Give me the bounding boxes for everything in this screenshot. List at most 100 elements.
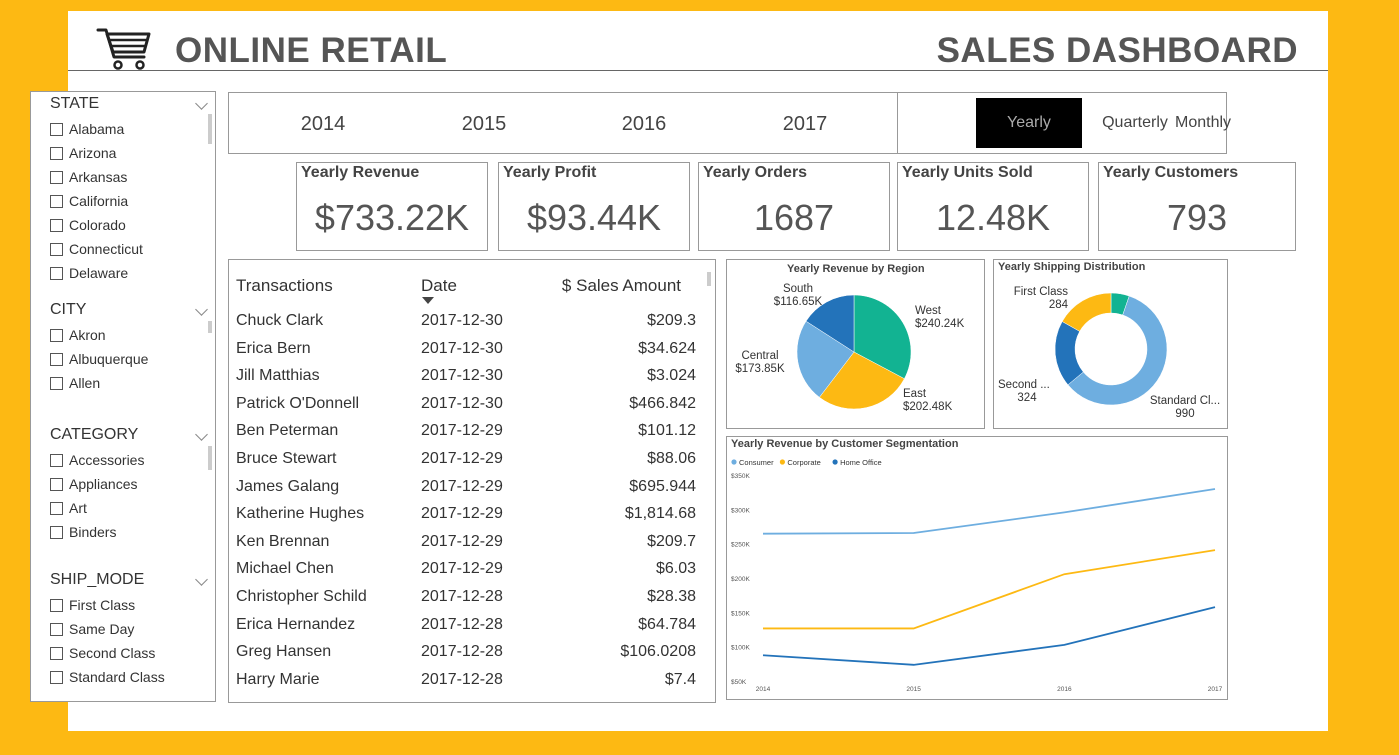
city-option[interactable]: Akron [50, 323, 212, 347]
table-row[interactable]: Chuck Clark 2017-12-30 $209.3 [236, 312, 696, 339]
pie-slice-first-class[interactable] [1061, 292, 1112, 332]
category-filter-header[interactable]: CATEGORY [50, 426, 212, 448]
sales-amount: $88.06 [647, 450, 696, 467]
table-row[interactable]: Bruce Stewart 2017-12-29 $88.06 [236, 450, 696, 477]
checkbox[interactable] [50, 194, 63, 208]
kpi-label: Yearly Orders [703, 164, 808, 181]
checkbox[interactable] [50, 670, 63, 684]
city-option-label: Albuquerque [69, 351, 149, 367]
state-option-label: Arkansas [69, 169, 128, 185]
checkbox[interactable] [50, 146, 63, 160]
table-row[interactable]: Christopher Schild 2017-12-28 $28.38 [236, 588, 696, 615]
ship-mode-option[interactable]: First Class [50, 593, 212, 617]
category-option-label: Appliances [69, 476, 138, 492]
slice-label-first-class: First Class 284 [1013, 286, 1068, 311]
state-filter-header[interactable]: STATE [50, 95, 212, 117]
series-line-consumer[interactable] [762, 488, 1216, 535]
state-option[interactable]: Connecticut [50, 237, 212, 261]
yearly-button[interactable]: Yearly [976, 98, 1082, 148]
kpi-label: Yearly Profit [503, 164, 597, 181]
state-option-label: California [69, 193, 129, 209]
ship-mode-option-label: Same Day [69, 621, 135, 637]
chevron-down-icon[interactable] [195, 428, 208, 441]
table-row[interactable]: Harry Marie 2017-12-28 $7.4 [236, 671, 696, 698]
table-row[interactable]: James Galang 2017-12-29 $695.944 [236, 478, 696, 505]
checkbox[interactable] [50, 376, 63, 390]
column-header-transactions[interactable]: Transactions [236, 276, 333, 296]
table-row[interactable]: Michael Chen 2017-12-29 $6.03 [236, 560, 696, 587]
checkbox[interactable] [50, 501, 63, 515]
year-2015-button[interactable]: 2015 [444, 113, 524, 136]
kpi-label: Yearly Revenue [301, 164, 420, 181]
checkbox[interactable] [50, 622, 63, 636]
state-scrollbar[interactable] [208, 114, 212, 144]
chevron-down-icon[interactable] [195, 303, 208, 316]
column-header-sales-amount[interactable]: $ Sales Amount [562, 276, 681, 296]
state-option[interactable]: Alabama [50, 117, 212, 141]
kpi-card-revenue: Yearly Revenue $733.22K [296, 162, 488, 251]
table-scrollbar[interactable] [707, 272, 711, 286]
category-option[interactable]: Binders [50, 520, 212, 544]
table-row[interactable]: Greg Hansen 2017-12-28 $106.0208 [236, 643, 696, 670]
table-row[interactable]: Patrick O'Donnell 2017-12-30 $466.842 [236, 395, 696, 422]
legend-marker [779, 459, 785, 465]
checkbox[interactable] [50, 453, 63, 467]
chevron-down-icon[interactable] [195, 97, 208, 110]
city-scrollbar[interactable] [208, 321, 212, 333]
quarterly-button[interactable]: Quarterly [1082, 98, 1188, 148]
category-option[interactable]: Accessories [50, 448, 212, 472]
table-row[interactable]: Ken Brennan 2017-12-29 $209.7 [236, 533, 696, 560]
checkbox[interactable] [50, 328, 63, 342]
state-option-label: Connecticut [69, 241, 143, 257]
ship-mode-option[interactable]: Second Class [50, 641, 212, 665]
checkbox[interactable] [50, 242, 63, 256]
table-row[interactable]: Katherine Hughes 2017-12-29 $1,814.68 [236, 505, 696, 532]
ship-mode-filter-header[interactable]: SHIP_MODE [50, 571, 212, 593]
city-option[interactable]: Allen [50, 371, 212, 395]
ship-mode-option[interactable]: Same Day [50, 617, 212, 641]
table-row[interactable]: Ben Peterman 2017-12-29 $101.12 [236, 422, 696, 449]
order-date: 2017-12-28 [421, 643, 503, 661]
kpi-value: 1687 [753, 197, 835, 238]
order-date: 2017-12-29 [421, 505, 503, 523]
year-2016-button[interactable]: 2016 [604, 113, 684, 136]
state-filter-label: STATE [50, 95, 100, 112]
checkbox[interactable] [50, 218, 63, 232]
category-option[interactable]: Art [50, 496, 212, 520]
state-option[interactable]: Arkansas [50, 165, 212, 189]
header-divider [68, 70, 1328, 71]
kpi-label: Yearly Customers [1103, 164, 1239, 181]
city-filter-header[interactable]: CITY [50, 301, 212, 323]
series-line-home-office[interactable] [762, 606, 1216, 666]
table-row[interactable]: Erica Hernandez 2017-12-28 $64.784 [236, 616, 696, 643]
customer-name: Jill Matthias [236, 367, 320, 385]
state-option[interactable]: California [50, 189, 212, 213]
checkbox[interactable] [50, 266, 63, 280]
checkbox[interactable] [50, 170, 63, 184]
checkbox[interactable] [50, 122, 63, 136]
chevron-down-icon[interactable] [195, 573, 208, 586]
monthly-button[interactable]: Monthly [1175, 98, 1231, 148]
checkbox[interactable] [50, 352, 63, 366]
state-option[interactable]: Delaware [50, 261, 212, 285]
ship-mode-option[interactable]: Standard Class [50, 665, 212, 689]
category-option[interactable]: Appliances [50, 472, 212, 496]
state-option[interactable]: Arizona [50, 141, 212, 165]
column-header-date[interactable]: Date [421, 276, 457, 296]
checkbox[interactable] [50, 477, 63, 491]
checkbox[interactable] [50, 525, 63, 539]
year-2014-button[interactable]: 2014 [283, 113, 363, 136]
series-line-corporate[interactable] [763, 549, 1216, 630]
table-row[interactable]: Jill Matthias 2017-12-30 $3.024 [236, 367, 696, 394]
order-date: 2017-12-28 [421, 615, 503, 633]
legend-label: Corporate [787, 458, 820, 467]
checkbox[interactable] [50, 598, 63, 612]
sort-descending-icon[interactable] [422, 297, 434, 304]
table-row[interactable]: Erica Bern 2017-12-30 $34.624 [236, 340, 696, 367]
order-date: 2017-12-30 [421, 312, 503, 329]
city-option[interactable]: Albuquerque [50, 347, 212, 371]
checkbox[interactable] [50, 646, 63, 660]
category-scrollbar[interactable] [208, 446, 212, 470]
year-2017-button[interactable]: 2017 [765, 113, 845, 136]
state-option[interactable]: Colorado [50, 213, 212, 237]
